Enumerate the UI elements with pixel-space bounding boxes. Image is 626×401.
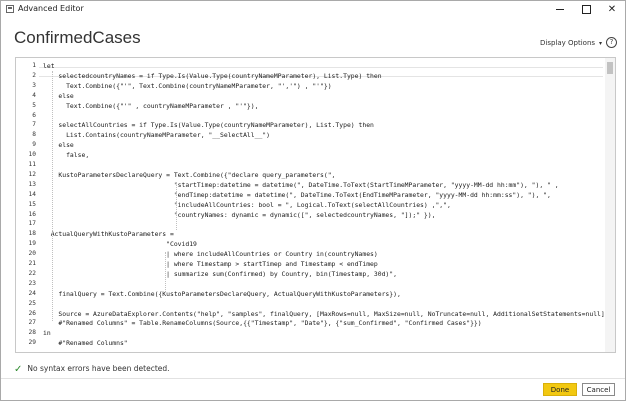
code-line[interactable]: selectedcountryNames = if Type.Is(Value.… <box>43 71 381 81</box>
code-line[interactable]: List.Contains(countryNameMParameter, "__… <box>43 130 270 140</box>
code-line[interactable]: "countryNames: dynamic = dynamic([", sel… <box>43 210 436 220</box>
line-number: 10 <box>28 151 36 159</box>
code-line[interactable]: else <box>43 140 73 150</box>
close-icon: ✕ <box>607 4 617 15</box>
code-line[interactable]: in <box>43 328 51 338</box>
cancel-button[interactable]: Cancel <box>582 383 615 396</box>
code-line[interactable]: #"Renamed Columns" = Table.RenameColumns… <box>43 318 481 328</box>
line-number: 4 <box>32 91 36 99</box>
line-number: 21 <box>28 260 36 267</box>
line-number: 16 <box>28 210 36 218</box>
line-number: 19 <box>28 240 36 248</box>
syntax-status-message: No syntax errors have been detected. <box>27 364 170 373</box>
code-line[interactable]: "includeAllCountries: bool = ", Logical.… <box>43 200 451 210</box>
code-line[interactable]: ActualQueryWithKustoParameters = <box>43 229 174 239</box>
line-number: 26 <box>28 309 36 317</box>
line-number: 29 <box>28 339 36 347</box>
code-area[interactable]: let selectedcountryNames = if Type.Is(Va… <box>43 58 612 352</box>
code-line[interactable]: selectAllCountries = if Type.Is(Value.Ty… <box>43 120 374 130</box>
code-line[interactable]: Text.Combine({"'", Text.Combine(countryN… <box>43 81 331 91</box>
line-number-gutter: 1 2 3 4 5 6 7 8 9 10 11 12 13 14 15 16 17 18 19 20 21 22 23 24 2… <box>16 58 38 352</box>
code-line[interactable]: | where Timestamp > startTimep and Times… <box>43 259 378 269</box>
done-button[interactable]: Done <box>543 383 577 396</box>
line-number: 14 <box>28 190 36 198</box>
code-line[interactable]: Text.Combine({"'" , countryNameMParamete… <box>43 101 258 111</box>
code-line[interactable]: KustoParametersDeclareQuery = Text.Combi… <box>43 170 335 180</box>
line-number: 12 <box>28 170 36 178</box>
indent-guide <box>52 71 53 321</box>
code-editor[interactable]: 1 2 3 4 5 6 7 8 9 10 11 12 13 14 15 16 17 18 19 20 21 22 23 24 2… <box>15 57 616 353</box>
advanced-editor-window: Advanced Editor ✕ ConfirmedCases Display… <box>0 0 626 401</box>
help-icon[interactable]: ? <box>606 37 617 48</box>
title-bar: Advanced Editor ✕ <box>1 1 625 18</box>
code-line[interactable]: finalQuery = Text.Combine({KustoParamete… <box>43 289 400 299</box>
line-number: 18 <box>28 230 36 238</box>
display-options-label: Display Options <box>540 39 596 47</box>
line-number: 28 <box>28 329 36 337</box>
vertical-scrollbar[interactable] <box>605 58 615 352</box>
line-number: 2 <box>32 71 36 79</box>
code-line[interactable]: "Covid19 <box>43 239 197 249</box>
line-number: 22 <box>28 269 36 277</box>
code-line[interactable]: "endTimep:datetime = datetime(", DateTim… <box>43 190 551 200</box>
line-number: 9 <box>32 141 36 149</box>
maximize-icon <box>581 4 591 14</box>
indent-guide <box>176 182 177 230</box>
line-number: 15 <box>28 200 36 208</box>
line-number: 5 <box>32 101 36 109</box>
close-button[interactable]: ✕ <box>599 1 625 18</box>
line-number: 3 <box>32 81 36 89</box>
display-options-dropdown[interactable]: Display Options ▾ <box>540 39 602 47</box>
line-number: 1 <box>32 62 36 69</box>
window-title: Advanced Editor <box>18 4 84 13</box>
query-name-title: ConfirmedCases <box>14 28 141 47</box>
code-line[interactable]: Source = AzureDataExplorer.Contents("hel… <box>43 309 612 319</box>
line-number: 23 <box>28 279 36 287</box>
maximize-button[interactable] <box>573 1 599 18</box>
line-number: 8 <box>32 131 36 139</box>
line-number: 6 <box>32 111 36 119</box>
line-number: 11 <box>28 161 36 168</box>
code-line[interactable]: else <box>43 91 73 101</box>
indent-guide <box>165 252 166 290</box>
code-line[interactable]: #"Renamed Columns" <box>43 338 127 348</box>
line-number: 27 <box>28 319 36 327</box>
minimize-button[interactable] <box>547 1 573 18</box>
scrollbar-thumb[interactable] <box>607 62 613 74</box>
checkmark-icon: ✓ <box>14 364 23 375</box>
line-number: 25 <box>28 299 36 307</box>
code-line[interactable]: let <box>43 61 55 71</box>
line-number: 20 <box>28 250 36 258</box>
line-number: 17 <box>28 220 36 228</box>
footer-divider <box>1 378 625 379</box>
code-line[interactable]: false, <box>43 150 89 160</box>
code-line[interactable]: "startTimep:datetime = datetime(", DateT… <box>43 180 559 190</box>
minimize-icon <box>556 8 564 10</box>
code-line[interactable]: | summarize sum(Confirmed) by Country, b… <box>43 269 397 279</box>
syntax-status: ✓ No syntax errors have been detected. <box>14 364 170 375</box>
app-icon <box>6 5 14 13</box>
line-number: 7 <box>32 121 36 129</box>
line-number: 24 <box>28 289 36 297</box>
chevron-down-icon: ▾ <box>599 40 603 47</box>
line-number: 13 <box>28 180 36 188</box>
code-line[interactable]: | where includeAllCountries or Country i… <box>43 249 378 259</box>
